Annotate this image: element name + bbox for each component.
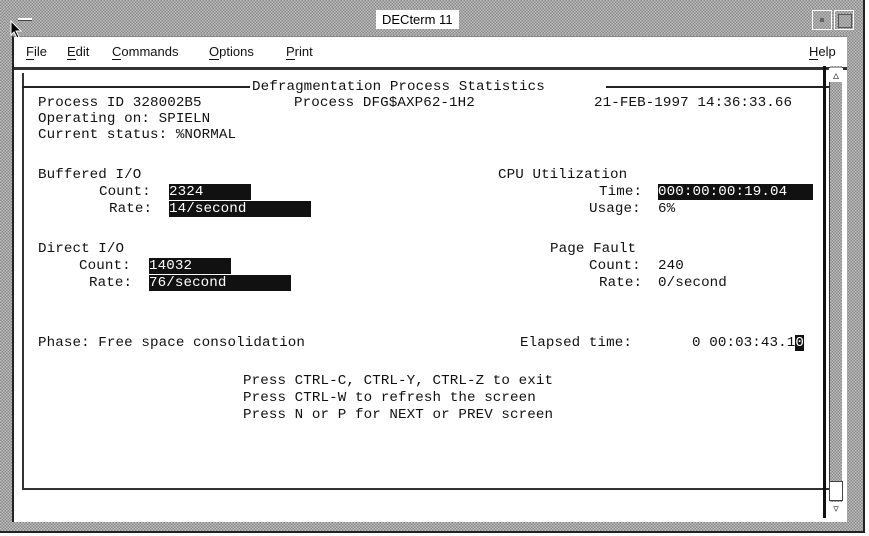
menu-label: elp xyxy=(818,44,836,59)
direct-io-rate-value: 76/second xyxy=(149,275,291,291)
menu-label: ile xyxy=(33,44,47,59)
box-border-top-left xyxy=(22,86,250,88)
vertical-scrollbar[interactable]: ▵ ▿ xyxy=(823,66,844,518)
mouse-pointer-icon xyxy=(10,20,23,39)
minimize-button[interactable] xyxy=(812,10,832,30)
scrollbar-thumb[interactable] xyxy=(829,481,843,501)
current-status: Current status: %NORMAL xyxy=(38,127,237,143)
direct-io-rate-label: Rate: xyxy=(89,275,133,291)
menu-options[interactable]: Options xyxy=(209,44,254,60)
buffered-io-count-label: Count: xyxy=(99,184,151,200)
terminal-screen[interactable]: Defragmentation Process Statistics Proce… xyxy=(22,73,831,490)
menu-edit[interactable]: Edit xyxy=(67,44,90,60)
menu-label: rint xyxy=(294,44,313,59)
window-title: DECterm 11 xyxy=(376,10,459,29)
menu-mnemonic: E xyxy=(67,44,76,60)
window-frame: DECterm 11 File Edit Commands Options Pr… xyxy=(0,0,865,533)
maximize-button[interactable] xyxy=(834,10,854,30)
cpu-time-value: 000:00:00:19.04 xyxy=(658,184,813,200)
page-fault-count-value: 240 xyxy=(658,258,684,274)
menu-mnemonic: O xyxy=(209,44,220,60)
scroll-up-arrow-icon[interactable]: ▵ xyxy=(829,68,843,82)
instruction-line: Press CTRL-C, CTRL-Y, CTRL-Z to exit xyxy=(243,373,554,389)
title-bar[interactable]: DECterm 11 xyxy=(4,8,859,34)
menu-file[interactable]: File xyxy=(26,44,47,60)
cpu-title: CPU Utilization xyxy=(498,167,628,183)
screen-heading: Defragmentation Process Statistics xyxy=(252,79,545,95)
process-name: Process DFG$AXP62-1H2 xyxy=(294,95,475,111)
direct-io-title: Direct I/O xyxy=(38,241,125,257)
text-cursor: 0 xyxy=(795,335,804,351)
menu-mnemonic: F xyxy=(26,44,34,60)
buffered-io-count-value: 2324 xyxy=(169,184,251,200)
direct-io-count-value: 14032 xyxy=(149,258,231,274)
menu-print[interactable]: Print xyxy=(286,44,313,60)
minimize-icon xyxy=(820,18,824,22)
direct-io-count-label: Count: xyxy=(79,258,131,274)
page-fault-title: Page Fault xyxy=(550,241,637,257)
cpu-time-label: Time: xyxy=(599,184,643,200)
menu-bar: File Edit Commands Options Print Help xyxy=(14,37,847,70)
buffered-io-rate-value: 14/second xyxy=(169,201,311,217)
elapsed-value-text: 0 00:03:43.1 xyxy=(692,335,796,351)
maximize-icon xyxy=(838,14,852,28)
buffered-io-title: Buffered I/O xyxy=(38,167,142,183)
scroll-down-arrow-icon[interactable]: ▿ xyxy=(829,502,843,516)
menu-help[interactable]: Help xyxy=(809,44,836,60)
page-fault-rate-value: 0/second xyxy=(658,275,727,291)
menu-commands[interactable]: Commands xyxy=(112,44,179,60)
box-border-top-right xyxy=(606,86,829,88)
scrollbar-track[interactable] xyxy=(830,66,842,516)
instruction-line: Press CTRL-W to refresh the screen xyxy=(243,390,536,406)
menu-mnemonic: H xyxy=(809,44,819,60)
cpu-usage-label: Usage: xyxy=(589,201,641,217)
buffered-io-rate-label: Rate: xyxy=(109,201,153,217)
elapsed-label: Elapsed time: xyxy=(520,335,632,351)
menu-label: ptions xyxy=(219,44,254,59)
phase-text: Phase: Free space consolidation xyxy=(38,335,306,351)
client-area: File Edit Commands Options Print Help De… xyxy=(12,36,847,522)
menu-label: dit xyxy=(75,44,90,59)
cpu-usage-value: 6% xyxy=(658,201,676,217)
menu-label: ommands xyxy=(121,44,179,59)
page-fault-rate-label: Rate: xyxy=(599,275,643,291)
page-fault-count-label: Count: xyxy=(589,258,641,274)
timestamp: 21-FEB-1997 14:36:33.66 xyxy=(594,95,793,111)
elapsed-value: 0 00:03:43.10 xyxy=(692,335,804,351)
menu-mnemonic: C xyxy=(112,44,122,60)
menu-mnemonic: P xyxy=(286,44,295,60)
process-id: Process ID 328002B5 xyxy=(38,95,202,111)
instruction-line: Press N or P for NEXT or PREV screen xyxy=(243,407,554,423)
operating-on: Operating on: SPIELN xyxy=(38,111,211,127)
